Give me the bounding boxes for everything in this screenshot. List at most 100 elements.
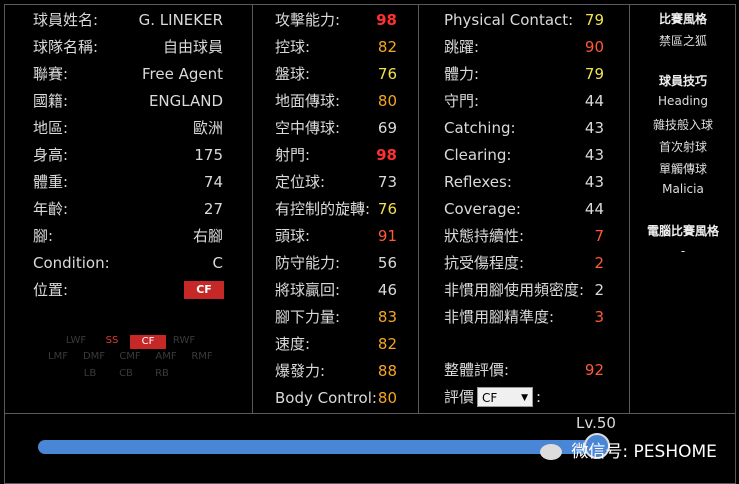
- stat-label: 地面傳球:: [275, 92, 341, 110]
- stat-label: 盤球:: [275, 65, 311, 83]
- position-map-cell: RB: [155, 368, 169, 379]
- ai-style-value: -: [680, 244, 686, 258]
- stat-label: 腳下力量:: [275, 308, 341, 326]
- skill-item: Heading: [658, 94, 708, 108]
- overall-value: 92: [584, 361, 604, 379]
- profile-label: 體重:: [33, 173, 69, 191]
- skills-title: 球員技巧: [658, 74, 707, 88]
- stat-row: Catching: 43: [444, 115, 604, 142]
- overall-row: 整體評價: 92: [444, 357, 604, 384]
- stat-value: 7: [594, 227, 604, 245]
- stat-value: 79: [584, 11, 604, 29]
- profile-label: 聯賽:: [33, 65, 69, 83]
- stat-value: 73: [377, 173, 397, 191]
- stat-row: 定位球: 73: [275, 169, 397, 196]
- stat-value: 43: [584, 119, 604, 137]
- stat-label: 攻擊能力:: [275, 11, 341, 29]
- position-map-cell: CB: [119, 368, 133, 379]
- skill-item: 雜技般入球: [652, 118, 713, 132]
- profile-row: Condition: C: [33, 250, 223, 277]
- profile-value: 175: [194, 146, 223, 164]
- stat-label: 空中傳球:: [275, 119, 341, 137]
- position-map-cell: RWF: [172, 335, 196, 346]
- stat-label: 控球:: [275, 38, 311, 56]
- stat-label: 體力:: [444, 65, 480, 83]
- profile-row: 聯賽: Free Agent: [33, 61, 223, 88]
- stat-value: 90: [584, 38, 604, 56]
- stat-value: 91: [377, 227, 397, 245]
- profile-row: 球員姓名: G. LINEKER: [33, 7, 223, 34]
- profile-row: 體重: 74: [33, 169, 223, 196]
- stat-value: 56: [377, 254, 397, 272]
- stat-row: 空中傳球: 69: [275, 115, 397, 142]
- position-map-cell: CMF: [119, 351, 141, 362]
- stat-label: 抗受傷程度:: [444, 254, 525, 272]
- profile-row: 年齡: 27: [33, 196, 223, 223]
- stat-label: Physical Contact:: [444, 11, 574, 29]
- rating-select-value: CF: [482, 391, 498, 405]
- profile-row: 腳: 右腳: [33, 223, 223, 250]
- stat-value: 80: [377, 389, 397, 407]
- stat-value: 3: [594, 308, 604, 326]
- play-style-value: 禁區之狐: [658, 34, 707, 48]
- stat-value: 98: [376, 11, 397, 29]
- profile-label: 球員姓名:: [33, 11, 99, 29]
- stat-value: 98: [376, 146, 397, 164]
- position-map-cell: AMF: [155, 351, 177, 362]
- profile-value: ENGLAND: [148, 92, 223, 110]
- profile-label: 身高:: [33, 146, 69, 164]
- skill-item: Malicia: [662, 182, 704, 196]
- stat-label: Catching:: [444, 119, 516, 137]
- stat-row: 地面傳球: 80: [275, 88, 397, 115]
- stat-value: 44: [584, 200, 604, 218]
- stat-value: 82: [377, 335, 397, 353]
- profile-label: 年齡:: [33, 200, 69, 218]
- stat-row: Physical Contact: 79: [444, 7, 604, 34]
- stat-value: 83: [377, 308, 397, 326]
- stat-value: 2: [594, 254, 604, 272]
- profile-row: 身高: 175: [33, 142, 223, 169]
- stat-value: 2: [594, 281, 604, 299]
- stat-row: 非慣用腳使用頻密度: 2: [444, 277, 604, 304]
- position-badge: CF: [184, 281, 224, 299]
- position-map-cell: CF: [130, 335, 166, 349]
- skill-item: 單觸傳球: [658, 162, 707, 176]
- profile-label: 腳:: [33, 227, 54, 245]
- stat-row: 守門: 44: [444, 88, 604, 115]
- stat-value: 80: [377, 92, 397, 110]
- stat-row: 有控制的旋轉: 76: [275, 196, 397, 223]
- profile-label: Condition:: [33, 254, 110, 272]
- profile-value: Free Agent: [142, 65, 223, 83]
- stat-label: Coverage:: [444, 200, 521, 218]
- profile-row: 國籍: ENGLAND: [33, 88, 223, 115]
- stat-value: 88: [377, 362, 397, 380]
- position-map-cell: LB: [83, 368, 97, 379]
- stat-label: 狀態持續性:: [444, 227, 525, 245]
- chevron-down-icon: ▼: [521, 393, 528, 403]
- rating-select[interactable]: CF ▼: [477, 387, 533, 407]
- stat-value: 76: [377, 65, 397, 83]
- stat-label: 防守能力:: [275, 254, 341, 272]
- profile-value: 右腳: [192, 227, 223, 245]
- stat-row: 抗受傷程度: 2: [444, 250, 604, 277]
- stat-label: 速度:: [275, 335, 311, 353]
- stat-label: 非慣用腳使用頻密度:: [444, 281, 585, 299]
- position-map-cell: DMF: [82, 351, 106, 362]
- stat-value: 79: [584, 65, 604, 83]
- stat-label: 爆發力:: [275, 362, 326, 380]
- position-map-cell: LMF: [48, 351, 68, 362]
- stat-row: 體力: 79: [444, 61, 604, 88]
- skill-item: 首次射球: [658, 140, 707, 154]
- position-map-cell: LWF: [65, 335, 87, 346]
- level-slider-track[interactable]: [38, 440, 598, 454]
- stat-row: Reflexes: 43: [444, 169, 604, 196]
- stat-label: 射門:: [275, 146, 311, 164]
- stat-value: 76: [377, 200, 397, 218]
- stat-row: 速度: 82: [275, 331, 397, 358]
- stat-label: Reflexes:: [444, 173, 512, 191]
- profile-row: 球隊名稱: 自由球員: [33, 34, 223, 61]
- stat-label: Clearing:: [444, 146, 512, 164]
- profile-label: 地區:: [33, 119, 69, 137]
- profile-value: 27: [203, 200, 223, 218]
- stat-label: 非慣用腳精準度:: [444, 308, 555, 326]
